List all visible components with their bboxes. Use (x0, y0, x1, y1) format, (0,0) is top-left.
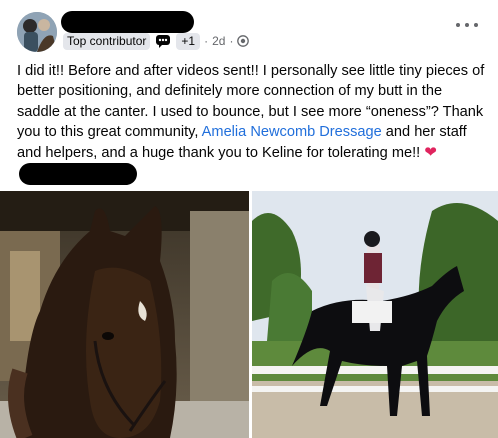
post-body: I did it!! Before and after videos sent!… (17, 61, 485, 186)
red-heart-emoji-icon: ❤ (424, 143, 437, 161)
separator-dot: · (204, 34, 209, 48)
photo-horse-closeup[interactable] (0, 191, 249, 438)
separator-dot: · (229, 34, 234, 48)
post-text: I did it!! Before and after videos sent!… (17, 61, 485, 186)
globe-icon (237, 35, 250, 47)
facebook-post: Top contributor +1 · 2d · I did it!! Bef… (0, 0, 498, 438)
chat-badge-icon[interactable] (154, 33, 172, 49)
post-meta: Top contributor +1 · 2d · (63, 32, 250, 50)
avatar[interactable] (17, 12, 57, 52)
redacted-author-name (61, 11, 194, 33)
mention-link[interactable]: Amelia Newcomb Dressage (202, 124, 382, 140)
redacted-tag (19, 163, 137, 186)
more-options-icon[interactable] (456, 18, 478, 32)
post-time[interactable]: 2d (212, 34, 225, 48)
top-contributor-badge[interactable]: Top contributor (63, 32, 151, 50)
extra-badges-count[interactable]: +1 (176, 32, 201, 50)
photo-horse-riding[interactable] (252, 191, 498, 438)
